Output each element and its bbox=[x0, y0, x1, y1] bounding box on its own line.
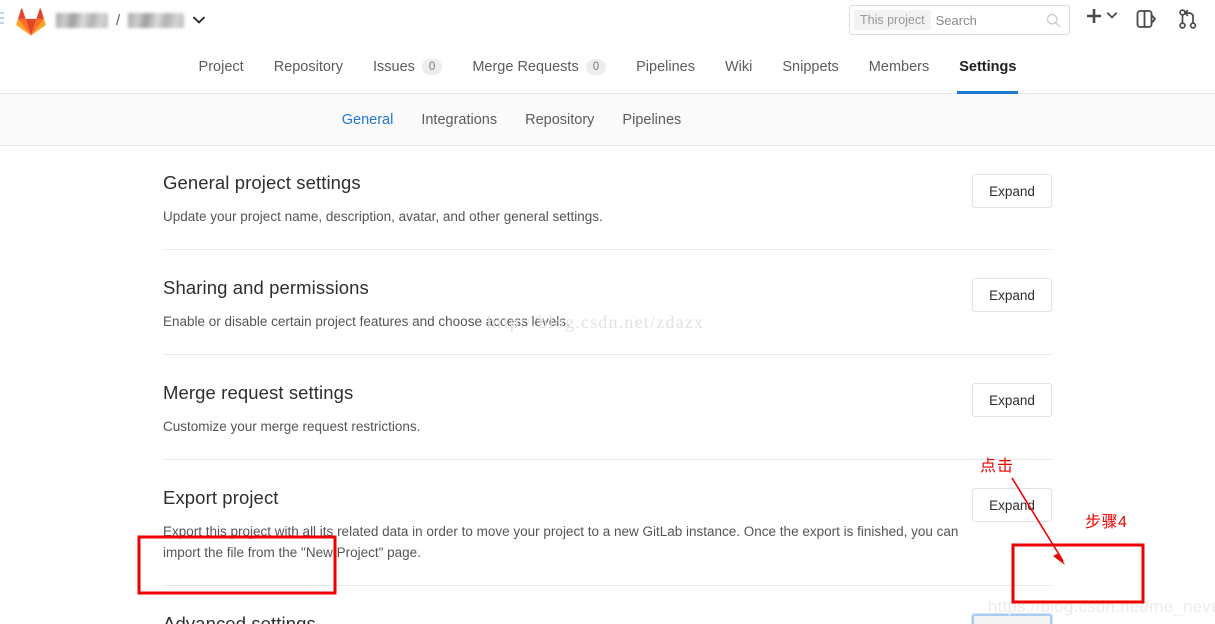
search-scope-badge[interactable]: This project bbox=[854, 10, 931, 30]
nav-item-wiki[interactable]: Wiki bbox=[710, 41, 767, 93]
nav-item-label: Issues bbox=[373, 59, 415, 75]
breadcrumb-project-redacted bbox=[128, 12, 185, 28]
project-nav-items: Project Repository Issues 0 Merge Reques… bbox=[184, 41, 1032, 94]
breadcrumb[interactable]: / bbox=[56, 9, 206, 31]
gitlab-tanuki-logo-icon[interactable] bbox=[16, 8, 46, 36]
subnav-item-label: General bbox=[341, 111, 394, 128]
settings-section-merge-request-settings: Merge request settings Customize your me… bbox=[163, 354, 1052, 459]
nav-item-label: Snippets bbox=[782, 59, 839, 75]
subnav-item-label: Integrations bbox=[421, 111, 498, 128]
subnav-item-integrations[interactable]: Integrations bbox=[407, 112, 511, 128]
new-item-button[interactable] bbox=[1085, 7, 1118, 26]
nav-item-label: Settings bbox=[959, 59, 1017, 75]
chevron-down-icon[interactable] bbox=[193, 14, 206, 26]
issues-count-badge: 0 bbox=[421, 59, 443, 75]
section-title: Export project bbox=[163, 487, 279, 508]
search-icon bbox=[1046, 13, 1061, 33]
search-input[interactable] bbox=[935, 12, 1048, 28]
section-title: General project settings bbox=[163, 172, 361, 193]
subnav-item-label: Repository bbox=[525, 111, 595, 128]
plus-icon bbox=[1085, 7, 1103, 26]
settings-section-general-project-settings: General project settings Update your pro… bbox=[163, 146, 1052, 249]
issues-icon[interactable] bbox=[1135, 9, 1157, 34]
expand-button-merge-request-settings[interactable]: Expand bbox=[972, 383, 1052, 417]
breadcrumb-separator: / bbox=[116, 11, 121, 29]
nav-item-pipelines[interactable]: Pipelines bbox=[621, 41, 710, 93]
nav-item-label: Members bbox=[868, 59, 930, 75]
subnav-item-label: Pipelines bbox=[622, 111, 682, 128]
settings-subnav-bar: General Integrations Repository Pipeline… bbox=[0, 94, 1215, 146]
nav-item-label: Merge Requests bbox=[472, 59, 579, 75]
nav-item-repository[interactable]: Repository bbox=[259, 41, 358, 93]
breadcrumb-group-redacted bbox=[56, 12, 108, 28]
nav-item-issues[interactable]: Issues 0 bbox=[358, 41, 457, 93]
nav-item-project[interactable]: Project bbox=[184, 41, 259, 93]
nav-item-settings[interactable]: Settings bbox=[944, 41, 1031, 94]
subnav-item-general[interactable]: General bbox=[328, 112, 408, 128]
annotation-label-step: 步骤4 bbox=[1085, 514, 1128, 531]
nav-item-label: Pipelines bbox=[636, 59, 695, 75]
nav-item-merge-requests[interactable]: Merge Requests 0 bbox=[457, 41, 621, 93]
settings-sections: General project settings Update your pro… bbox=[0, 146, 1215, 624]
expand-button-advanced-settings[interactable]: Expand bbox=[972, 614, 1052, 624]
expand-button-general-project-settings[interactable]: Expand bbox=[972, 174, 1052, 208]
expand-button-sharing-and-permissions[interactable]: Expand bbox=[972, 278, 1052, 312]
expand-button-export-project[interactable]: Expand bbox=[972, 488, 1052, 522]
subnav-item-pipelines[interactable]: Pipelines bbox=[608, 112, 695, 128]
subnav-item-repository[interactable]: Repository bbox=[511, 112, 608, 128]
settings-section-advanced-settings: Advanced settings Perform advanced optio… bbox=[163, 585, 1052, 624]
project-nav-bar: Project Repository Issues 0 Merge Reques… bbox=[0, 41, 1215, 94]
section-description: Update your project name, description, a… bbox=[163, 209, 603, 224]
settings-section-export-project: Export project Export this project with … bbox=[163, 459, 1052, 585]
nav-item-label: Wiki bbox=[724, 59, 753, 75]
section-title: Merge request settings bbox=[163, 382, 354, 403]
annotation-label-click: 点击 bbox=[980, 458, 1015, 475]
settings-subnav-items: General Integrations Repository Pipeline… bbox=[328, 112, 696, 128]
top-navigation-bar: / This project bbox=[0, 0, 1215, 53]
nav-item-label: Repository bbox=[273, 59, 343, 75]
section-description: Enable or disable certain project featur… bbox=[163, 314, 570, 329]
nav-item-label: Project bbox=[198, 59, 244, 75]
merge-requests-count-badge: 0 bbox=[585, 59, 607, 75]
section-title: Advanced settings bbox=[163, 613, 316, 624]
section-title: Sharing and permissions bbox=[163, 277, 369, 298]
gitlab-settings-page: / This project Search Project Repository… bbox=[0, 0, 1215, 624]
nav-item-snippets[interactable]: Snippets bbox=[767, 41, 853, 93]
settings-section-sharing-and-permissions: Sharing and permissions Enable or disabl… bbox=[163, 249, 1052, 354]
section-description: Export this project with all its related… bbox=[163, 524, 959, 560]
nav-item-members[interactable]: Members bbox=[854, 41, 944, 93]
merge-request-icon[interactable] bbox=[1177, 8, 1199, 35]
section-description: Customize your merge request restriction… bbox=[163, 419, 421, 434]
chevron-down-icon bbox=[1106, 11, 1118, 22]
search-box[interactable]: This project bbox=[849, 5, 1070, 35]
